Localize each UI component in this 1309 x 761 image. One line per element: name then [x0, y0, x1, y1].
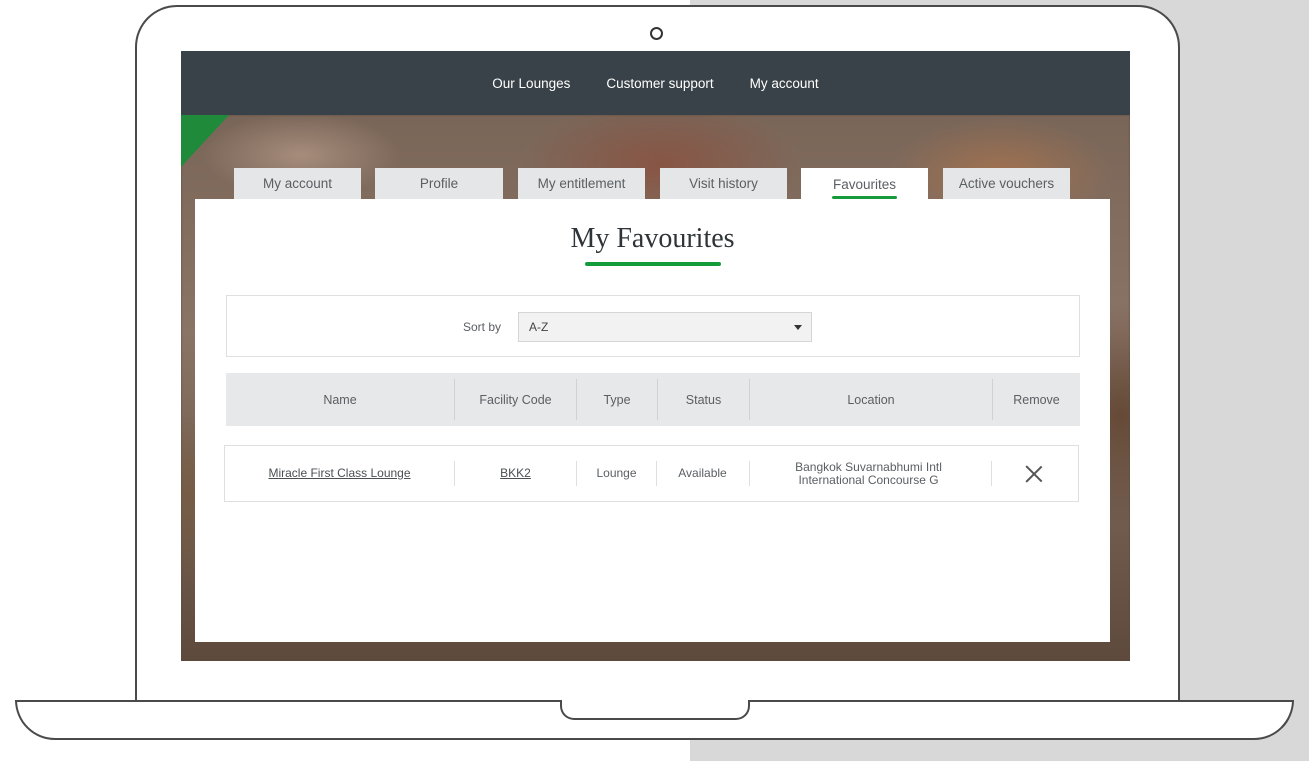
location-line-1: Bangkok Suvarnabhumi Intl	[795, 459, 942, 474]
title-underline	[585, 262, 721, 266]
brand-corner-triangle	[181, 115, 229, 167]
tab-visit-history[interactable]: Visit history	[660, 168, 787, 199]
tab-my-entitlement[interactable]: My entitlement	[518, 168, 645, 199]
tab-label: Favourites	[832, 176, 897, 192]
caret-down-icon	[794, 325, 802, 330]
main-nav: Our Lounges Customer support My account	[181, 51, 1130, 115]
sort-select[interactable]: A-Z	[518, 312, 812, 342]
column-header-type: Type	[603, 392, 631, 407]
table-row: Miracle First Class Lounge BKK2 Lounge A…	[224, 445, 1079, 502]
tab-my-account[interactable]: My account	[234, 168, 361, 199]
column-header-name: Name	[323, 392, 357, 407]
tab-favourites[interactable]: Favourites	[801, 168, 928, 200]
column-header-location: Location	[847, 392, 895, 407]
lounge-name-link[interactable]: Miracle First Class Lounge	[225, 446, 454, 501]
laptop-notch	[560, 700, 750, 720]
location-cell: Bangkok Suvarnabhumi Intl International …	[750, 446, 987, 501]
location-line-2: International Concourse G	[798, 472, 939, 487]
nav-our-lounges[interactable]: Our Lounges	[492, 76, 570, 91]
tab-active-vouchers[interactable]: Active vouchers	[943, 168, 1070, 199]
facility-code-link[interactable]: BKK2	[455, 446, 576, 501]
page-title: My Favourites	[570, 223, 735, 254]
status-cell: Available	[678, 466, 727, 480]
sort-selected-value: A-Z	[529, 320, 549, 334]
nav-customer-support[interactable]: Customer support	[606, 76, 713, 91]
sort-bar: Sort by A-Z	[226, 295, 1080, 357]
type-cell: Lounge	[596, 466, 637, 480]
column-header-status: Status	[685, 392, 722, 407]
tab-label: Active vouchers	[958, 176, 1055, 191]
sort-label: Sort by	[463, 320, 502, 334]
tab-label: My entitlement	[537, 176, 626, 191]
favourites-panel: My Favourites Sort by A-Z Name Facility …	[195, 199, 1110, 642]
tab-profile[interactable]: Profile	[375, 168, 503, 199]
table-header: Name Facility Code Type Status Location …	[226, 373, 1080, 426]
laptop-camera	[650, 27, 663, 40]
nav-my-account[interactable]: My account	[750, 76, 819, 91]
tab-label: Visit history	[689, 176, 758, 191]
column-header-remove: Remove	[1013, 392, 1060, 407]
close-icon[interactable]	[1025, 465, 1043, 483]
column-header-facility-code: Facility Code	[479, 392, 552, 407]
cell-divider	[991, 461, 992, 486]
tab-label: Profile	[419, 176, 459, 191]
tab-label: My account	[262, 176, 333, 191]
laptop-screen: Our Lounges Customer support My account …	[181, 51, 1130, 661]
